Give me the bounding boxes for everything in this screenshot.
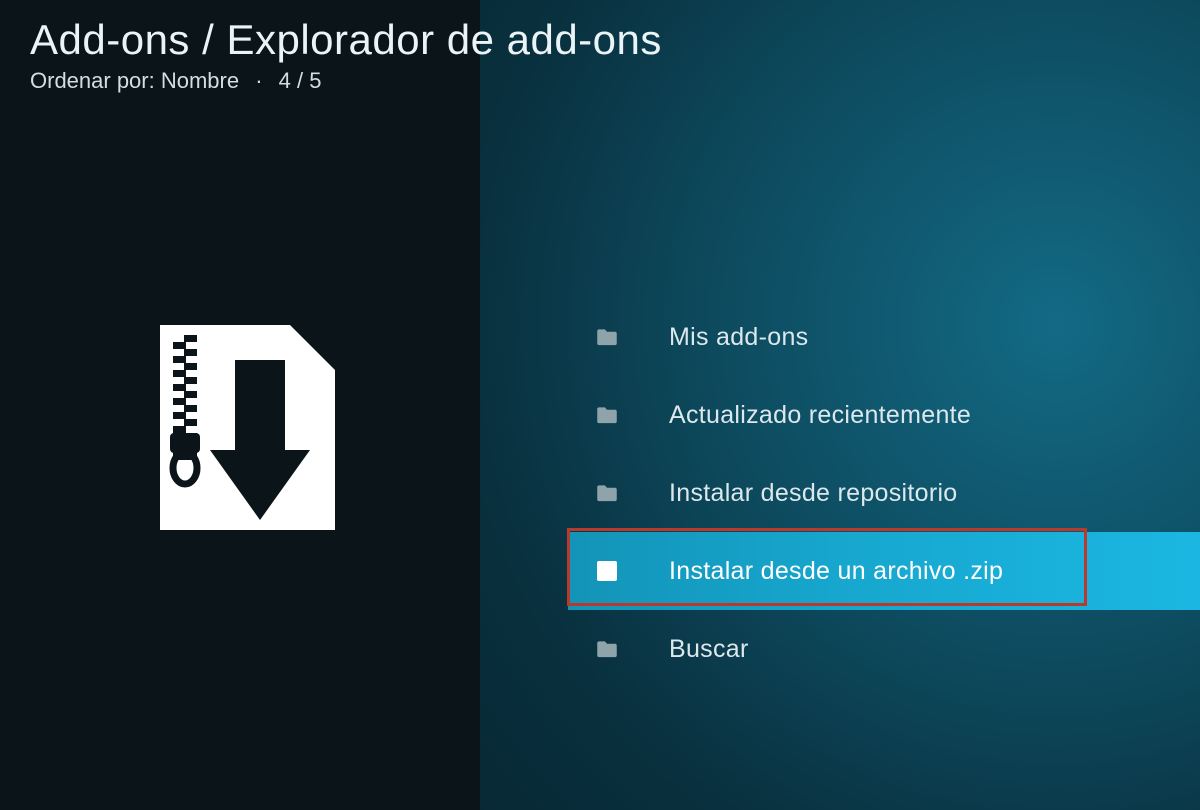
folder-icon	[593, 479, 621, 507]
menu-item-label: Instalar desde un archivo .zip	[669, 557, 1003, 586]
menu-item-label: Instalar desde repositorio	[669, 479, 958, 508]
menu-item-recently-updated[interactable]: Actualizado recientemente	[568, 376, 1200, 454]
menu-item-my-addons[interactable]: Mis add-ons	[568, 298, 1200, 376]
header: Add-ons / Explorador de add-ons Ordenar …	[30, 16, 662, 94]
left-pane	[0, 0, 480, 810]
zip-download-icon	[120, 305, 360, 545]
sort-label: Ordenar por: Nombre	[30, 68, 239, 93]
file-icon	[593, 557, 621, 585]
sort-line: Ordenar por: Nombre · 4 / 5	[30, 68, 662, 94]
menu-item-search[interactable]: Buscar	[568, 610, 1200, 688]
menu-item-label: Actualizado recientemente	[669, 401, 971, 430]
separator-dot: ·	[255, 68, 262, 93]
menu-list: Mis add-ons Actualizado recientemente In…	[568, 298, 1200, 688]
folder-icon	[593, 401, 621, 429]
menu-item-label: Buscar	[669, 635, 749, 664]
menu-item-label: Mis add-ons	[669, 323, 808, 352]
menu-item-install-from-zip[interactable]: Instalar desde un archivo .zip	[568, 532, 1200, 610]
folder-icon	[593, 323, 621, 351]
menu-item-install-from-repo[interactable]: Instalar desde repositorio	[568, 454, 1200, 532]
folder-icon	[593, 635, 621, 663]
position-indicator: 4 / 5	[279, 68, 322, 93]
breadcrumb: Add-ons / Explorador de add-ons	[30, 16, 662, 64]
